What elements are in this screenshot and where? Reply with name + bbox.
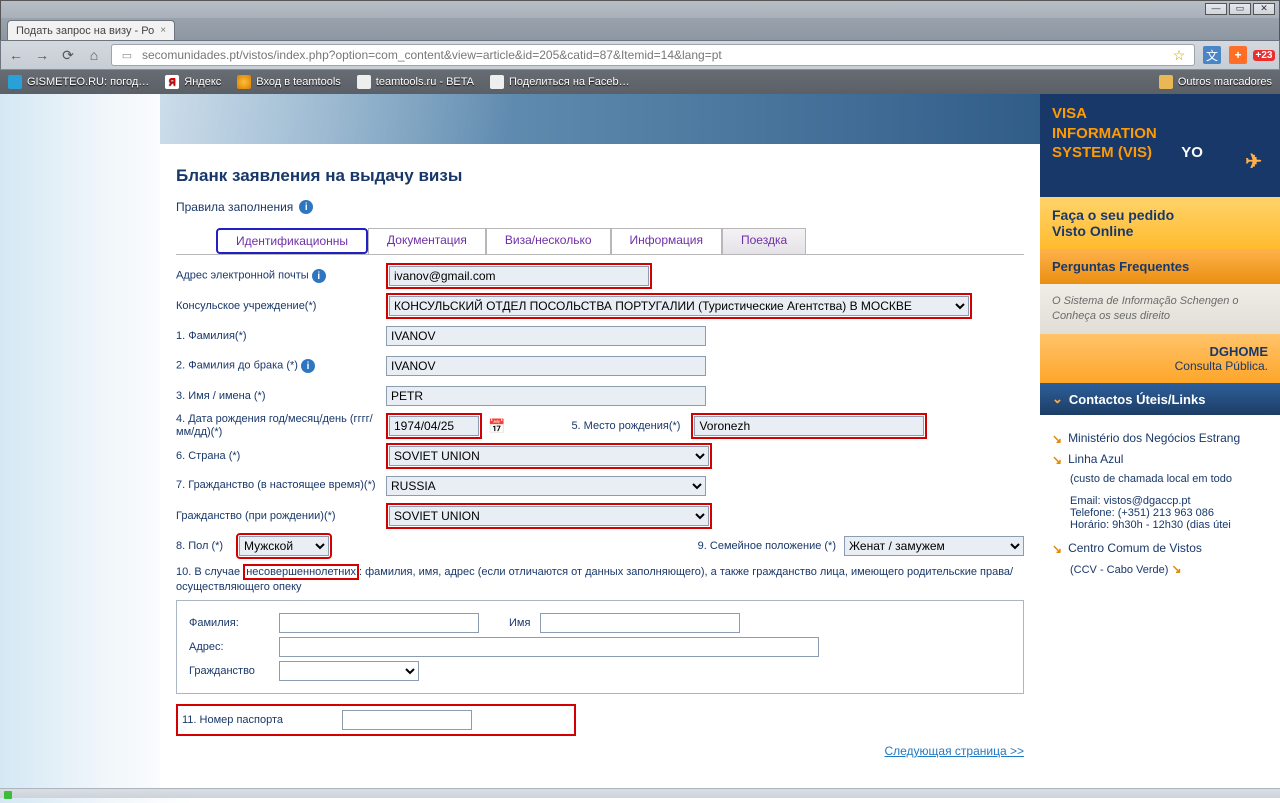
country-select[interactable]: SOVIET UNION bbox=[389, 446, 709, 466]
address-bar[interactable]: ▭ secomunidades.pt/vistos/index.php?opti… bbox=[111, 44, 1195, 66]
marital-select[interactable]: Женат / замужем bbox=[844, 536, 1024, 556]
home-icon[interactable]: ⌂ bbox=[85, 46, 103, 64]
nationality-birth-select[interactable]: SOVIET UNION bbox=[389, 506, 709, 526]
sex-select[interactable]: Мужской bbox=[239, 536, 329, 556]
tab-information[interactable]: Информация bbox=[611, 228, 722, 254]
label-surname-birth: 2. Фамилия до брака (*) i bbox=[176, 359, 386, 373]
window-minimize-button[interactable]: — bbox=[1205, 3, 1227, 15]
bookmarks-bar: GISMETEO.RU: погод… ЯЯндекс Вход в teamt… bbox=[0, 70, 1280, 94]
forward-icon[interactable]: → bbox=[33, 46, 51, 64]
info-icon: i bbox=[299, 200, 313, 214]
header-banner bbox=[160, 94, 1040, 144]
label-firstname: 3. Имя / имена (*) bbox=[176, 390, 386, 402]
arrow-icon: ↘ bbox=[1172, 562, 1182, 576]
tab-identification[interactable]: Идентификационны bbox=[216, 228, 368, 254]
window-close-button[interactable]: ✕ bbox=[1253, 3, 1275, 15]
window-titlebar: — ▭ ✕ bbox=[0, 0, 1280, 18]
label-guardian-nat: Гражданство bbox=[189, 665, 269, 677]
notifier-ext-icon[interactable]: +23 bbox=[1255, 46, 1273, 64]
nationality-now-select[interactable]: RUSSIA bbox=[386, 476, 706, 496]
label-pob: 5. Место рождения(*) bbox=[571, 420, 691, 432]
label-passport: 11. Номер паспорта bbox=[182, 714, 342, 726]
dob-input[interactable] bbox=[389, 416, 479, 436]
bookmark-teamtools-login[interactable]: Вход в teamtools bbox=[237, 75, 341, 89]
info-icon[interactable]: i bbox=[312, 269, 326, 283]
label-dob: 4. Дата рождения год/месяц/день (гггг/мм… bbox=[176, 413, 386, 439]
tab-title: Подать запрос на визу - Ро bbox=[16, 25, 154, 37]
chevron-down-icon: ⌄ bbox=[1052, 391, 1063, 407]
sidebar-visto-online[interactable]: Faça o seu pedido Visto Online bbox=[1040, 197, 1280, 249]
browser-tab[interactable]: Подать запрос на визу - Ро × bbox=[7, 20, 175, 40]
status-indicator-icon bbox=[4, 791, 12, 799]
browser-toolbar: ← → ⟳ ⌂ ▭ secomunidades.pt/vistos/index.… bbox=[0, 40, 1280, 70]
sidebar-links-header: ⌄ Contactos Úteis/Links bbox=[1040, 383, 1280, 415]
label-email: Адрес электронной почты i bbox=[176, 269, 386, 283]
firstname-input[interactable] bbox=[386, 386, 706, 406]
label-guardian-name: Имя bbox=[509, 617, 530, 629]
tab-visa[interactable]: Виза/несколько bbox=[486, 228, 611, 254]
guardian-addr-input[interactable] bbox=[279, 637, 819, 657]
email-input[interactable] bbox=[389, 266, 649, 286]
arrow-icon: ↘ bbox=[1052, 432, 1062, 446]
label-nationality-now: 7. Гражданство (в настоящее время)(*) bbox=[176, 479, 386, 492]
label-guardian-surname: Фамилия: bbox=[189, 617, 269, 629]
tab-close-icon[interactable]: × bbox=[160, 25, 166, 36]
calendar-icon[interactable]: 📅 bbox=[488, 418, 505, 435]
bookmark-star-icon[interactable]: ☆ bbox=[1170, 46, 1188, 64]
link-ccv[interactable]: ↘Centro Comum de Vistos bbox=[1052, 541, 1268, 556]
page-icon: ▭ bbox=[118, 46, 136, 64]
pob-input[interactable] bbox=[694, 416, 924, 436]
sidebar-dghome[interactable]: DGHOME Consulta Pública. bbox=[1040, 334, 1280, 383]
arrow-icon: ↘ bbox=[1052, 542, 1062, 556]
label-consulate: Консульское учреждение(*) bbox=[176, 300, 386, 312]
guardian-name-input[interactable] bbox=[540, 613, 740, 633]
browser-tabbar: Подать запрос на визу - Ро × bbox=[0, 18, 1280, 40]
label-country: 6. Страна (*) bbox=[176, 450, 386, 462]
email-link[interactable]: vistos@dgaccp.pt bbox=[1104, 495, 1191, 507]
tab-trip[interactable]: Поездка bbox=[722, 228, 806, 254]
url-text: secomunidades.pt/vistos/index.php?option… bbox=[142, 48, 1164, 62]
label-nationality-birth: Гражданство (при рождении)(*) bbox=[176, 510, 386, 522]
status-bar bbox=[0, 788, 1280, 798]
bookmark-teamtools-beta[interactable]: teamtools.ru - BETA bbox=[357, 75, 474, 89]
sidebar-links: ↘Ministério dos Negócios Estrang ↘Linha … bbox=[1040, 415, 1280, 586]
link-linha-azul[interactable]: ↘Linha Azul bbox=[1052, 452, 1268, 467]
translate-ext-icon[interactable]: 文 bbox=[1203, 46, 1221, 64]
surname-input[interactable] bbox=[386, 326, 706, 346]
plane-icon: ✈ bbox=[1245, 149, 1262, 175]
sidebar-faq[interactable]: Perguntas Frequentes bbox=[1040, 249, 1280, 284]
next-page-link[interactable]: Следующая страница >> bbox=[884, 744, 1024, 758]
back-icon[interactable]: ← bbox=[7, 46, 25, 64]
label-marital: 9. Семейное положение (*) bbox=[698, 540, 836, 552]
bookmark-gismeteo[interactable]: GISMETEO.RU: погод… bbox=[8, 75, 149, 89]
label-minors: 10. В случае несовершеннолетних: фамилия… bbox=[176, 565, 1024, 596]
tab-documentation[interactable]: Документация bbox=[368, 228, 486, 254]
info-icon[interactable]: i bbox=[301, 359, 315, 373]
form-tabs: Идентификационны Документация Виза/неско… bbox=[216, 228, 1024, 254]
sidebar-schengen: O Sistema de Informação Schengen o Conhe… bbox=[1040, 284, 1280, 335]
bookmark-yandex[interactable]: ЯЯндекс bbox=[165, 75, 221, 89]
label-surname: 1. Фамилия(*) bbox=[176, 330, 386, 342]
addthis-ext-icon[interactable]: + bbox=[1229, 46, 1247, 64]
consulate-select[interactable]: КОНСУЛЬСКИЙ ОТДЕЛ ПОСОЛЬСТВА ПОРТУГАЛИИ … bbox=[389, 296, 969, 316]
link-mne[interactable]: ↘Ministério dos Negócios Estrang bbox=[1052, 431, 1268, 446]
label-sex: 8. Пол (*) bbox=[176, 540, 236, 552]
guardian-nat-select[interactable] bbox=[279, 661, 419, 681]
window-maximize-button[interactable]: ▭ bbox=[1229, 3, 1251, 15]
reload-icon[interactable]: ⟳ bbox=[59, 46, 77, 64]
sidebar-vis-box[interactable]: VISA INFORMATION SYSTEM (VIS) YO ✈ bbox=[1040, 94, 1280, 197]
bookmark-other[interactable]: Outros marcadores bbox=[1159, 75, 1272, 89]
bookmark-facebook-share[interactable]: Поделиться на Faceb… bbox=[490, 75, 630, 89]
surname-birth-input[interactable] bbox=[386, 356, 706, 376]
guardian-surname-input[interactable] bbox=[279, 613, 479, 633]
page-title: Бланк заявления на выдачу визы bbox=[176, 166, 1024, 186]
passport-input[interactable] bbox=[342, 710, 472, 730]
arrow-icon: ↘ bbox=[1052, 453, 1062, 467]
label-guardian-addr: Адрес: bbox=[189, 641, 269, 653]
rules-link[interactable]: Правила заполнения i bbox=[176, 200, 1024, 214]
guardian-block: Фамилия: Имя Адрес: Гражданство bbox=[176, 600, 1024, 694]
